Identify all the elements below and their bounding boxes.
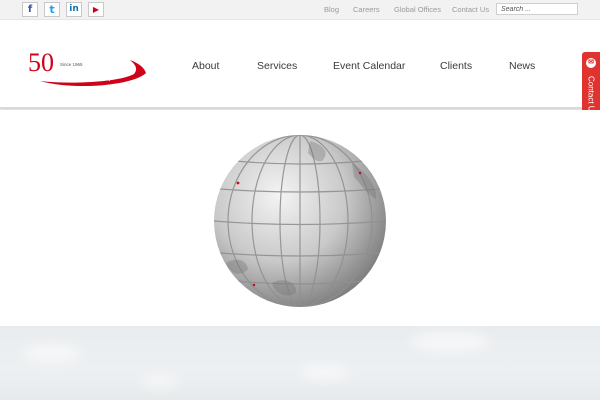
youtube-icon[interactable]: ▶ — [88, 2, 104, 17]
nav-event-calendar[interactable]: Event Calendar — [333, 60, 405, 72]
nav-about[interactable]: About — [192, 60, 219, 72]
twitter-icon[interactable]: t — [44, 2, 60, 17]
logo-brand-bold: kenes — [59, 71, 88, 82]
top-link-global-offices[interactable]: Global Offices — [394, 5, 441, 14]
mail-icon: ✉ — [586, 58, 596, 68]
top-link-careers[interactable]: Careers — [353, 5, 380, 14]
top-link-contact-us[interactable]: Contact Us — [452, 5, 489, 14]
nav-news[interactable]: News — [509, 60, 535, 72]
logo-brand-light: group — [89, 71, 115, 82]
logo-anniversary-number: 50 — [28, 48, 54, 77]
linkedin-icon[interactable]: in — [66, 2, 82, 17]
top-link-blog[interactable]: Blog — [324, 5, 339, 14]
nav-clients[interactable]: Clients — [440, 60, 472, 72]
bottom-banner — [0, 326, 600, 400]
kenes-group-logo[interactable]: 50 Since 1965 kenes group — [26, 47, 148, 87]
globe-image — [214, 135, 386, 307]
search-input[interactable] — [496, 3, 578, 15]
facebook-icon[interactable]: f — [22, 2, 38, 17]
top-bar: f t in ▶ Blog Careers Global Offices Con… — [0, 0, 600, 20]
site-header: 50 Since 1965 kenes group About Services… — [0, 21, 600, 109]
nav-services[interactable]: Services — [257, 60, 297, 72]
logo-since-text: Since 1965 — [60, 62, 83, 67]
